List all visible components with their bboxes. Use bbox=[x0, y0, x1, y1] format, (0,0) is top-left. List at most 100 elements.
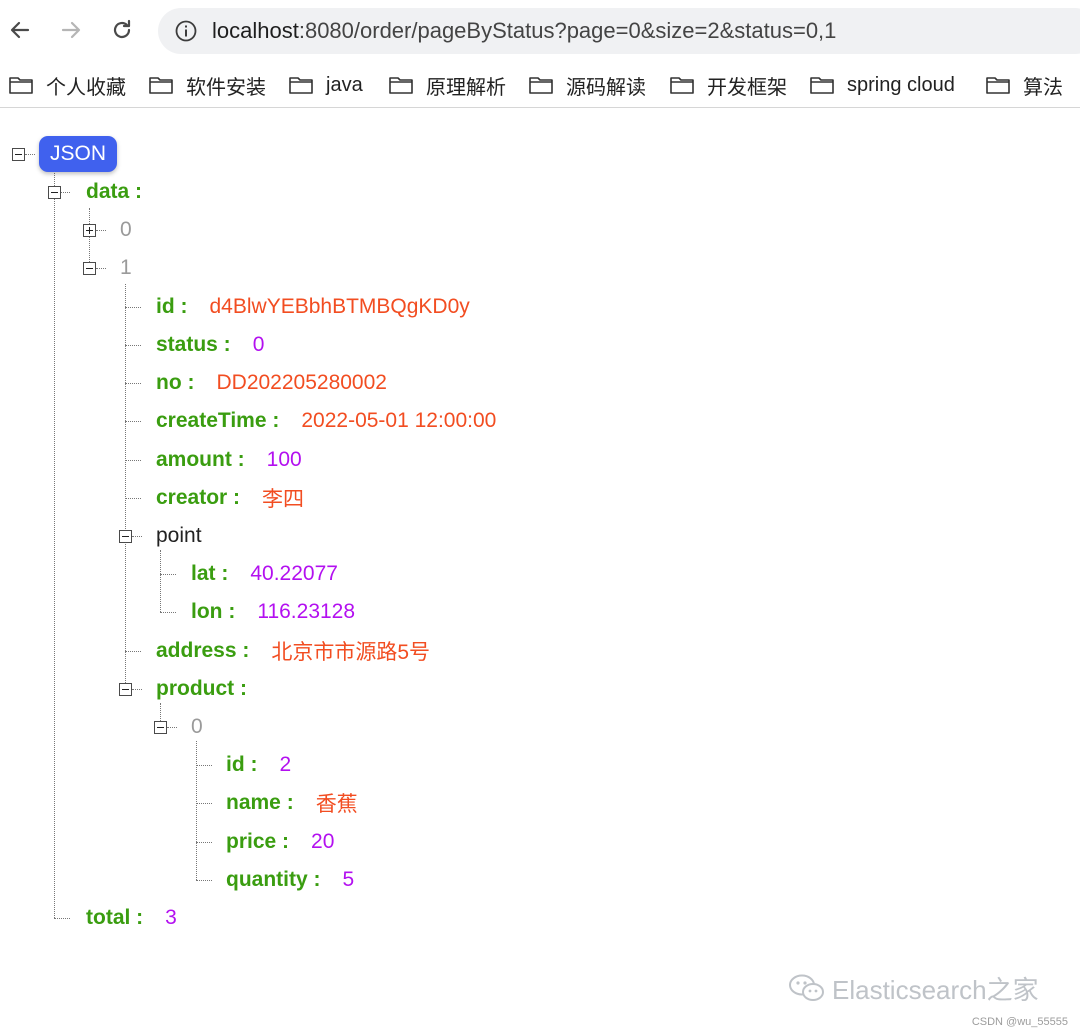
tree-connector bbox=[125, 651, 141, 652]
credit-text: CSDN @wu_55555 bbox=[971, 1016, 1068, 1028]
url-path: :8080/order/pageByStatus?page=0&size=2&s… bbox=[298, 18, 837, 43]
folder-icon bbox=[149, 77, 173, 94]
tree-connector bbox=[196, 880, 212, 881]
forward-button[interactable] bbox=[53, 12, 89, 48]
url-text[interactable]: localhost:8080/order/pageByStatus?page=0… bbox=[212, 18, 836, 44]
tree-connector bbox=[89, 208, 90, 270]
bookmark-folder[interactable]: 源码解读 bbox=[528, 70, 646, 100]
collapse-toggle-point[interactable] bbox=[119, 530, 132, 543]
tree-connector bbox=[54, 918, 70, 919]
tree-row-lon[interactable]: lon : 116.23128 bbox=[191, 595, 355, 629]
tree-connector bbox=[132, 536, 142, 537]
collapse-toggle-data[interactable] bbox=[48, 186, 61, 199]
bookmarks-bar: 个人收藏 软件安装 java 原理解析 源码解读 开发框架 spring clo… bbox=[0, 62, 1080, 108]
json-number-value: 20 bbox=[311, 830, 335, 853]
json-key: amount : bbox=[156, 448, 245, 471]
tree-connector bbox=[125, 383, 141, 384]
arrow-left-icon bbox=[10, 21, 30, 39]
json-string-value: DD202205280002 bbox=[216, 371, 387, 394]
json-key: point bbox=[156, 524, 202, 547]
arrow-right-icon bbox=[61, 21, 81, 39]
tree-row-product-name[interactable]: name : 香蕉 bbox=[226, 786, 358, 820]
json-string-value: 2022-05-01 12:00:00 bbox=[301, 409, 497, 432]
json-string-value: 李四 bbox=[262, 488, 305, 511]
bookmark-folder[interactable]: spring cloud bbox=[809, 70, 955, 100]
tree-row-createtime[interactable]: createTime : 2022-05-01 12:00:00 bbox=[156, 404, 496, 438]
tree-connector bbox=[125, 460, 141, 461]
tree-row-no[interactable]: no : DD202205280002 bbox=[156, 366, 387, 400]
tree-connector bbox=[132, 689, 142, 690]
expand-toggle-item-0[interactable] bbox=[83, 224, 96, 237]
collapse-toggle-item-1[interactable] bbox=[83, 262, 96, 275]
tree-connector bbox=[60, 192, 70, 193]
json-key: id : bbox=[226, 753, 258, 776]
array-index: 0 bbox=[120, 218, 132, 241]
tree-row-id[interactable]: id : d4BlwYEBbhBTMBQgKD0y bbox=[156, 290, 470, 324]
folder-icon bbox=[810, 77, 834, 94]
json-string-value: 香蕉 bbox=[315, 793, 358, 816]
bookmark-folder[interactable]: 开发框架 bbox=[669, 70, 787, 100]
json-key: quantity : bbox=[226, 868, 321, 891]
tree-row-product[interactable]: product : bbox=[156, 672, 247, 706]
json-key: price : bbox=[226, 830, 290, 853]
back-button[interactable] bbox=[2, 12, 38, 48]
tree-row-product-item-0[interactable]: 0 bbox=[191, 710, 203, 744]
bookmark-folder[interactable]: 个人收藏 bbox=[8, 70, 126, 100]
tree-connector bbox=[196, 842, 212, 843]
collapse-toggle-product-0[interactable] bbox=[154, 721, 167, 734]
bookmark-folder[interactable]: 原理解析 bbox=[388, 70, 506, 100]
json-string-value: d4BlwYEBbhBTMBQgKD0y bbox=[209, 295, 470, 318]
json-number-value: 0 bbox=[252, 333, 265, 356]
array-index: 0 bbox=[191, 715, 203, 738]
json-number-value: 40.22077 bbox=[250, 562, 338, 585]
folder-icon bbox=[289, 77, 313, 94]
bookmark-folder[interactable]: 算法 bbox=[985, 70, 1063, 100]
json-key: id : bbox=[156, 295, 188, 318]
tree-row-creator[interactable]: creator : 李四 bbox=[156, 481, 304, 515]
url-host: localhost bbox=[212, 18, 299, 43]
json-key: createTime : bbox=[156, 409, 280, 432]
tree-row-item-1[interactable]: 1 bbox=[120, 251, 132, 285]
tree-connector bbox=[54, 164, 55, 918]
json-root-badge[interactable]: JSON bbox=[39, 136, 117, 172]
json-key: no : bbox=[156, 371, 195, 394]
folder-icon bbox=[670, 77, 694, 94]
tree-row-address[interactable]: address : 北京市市源路5号 bbox=[156, 634, 430, 668]
tree-row-amount[interactable]: amount : 100 bbox=[156, 443, 302, 477]
tree-row-product-quantity[interactable]: quantity : 5 bbox=[226, 863, 354, 897]
json-number-value: 116.23128 bbox=[257, 600, 356, 623]
json-number-value: 5 bbox=[342, 868, 355, 891]
tree-connector bbox=[125, 307, 141, 308]
address-bar[interactable]: localhost:8080/order/pageByStatus?page=0… bbox=[158, 8, 1080, 54]
tree-row-status[interactable]: status : 0 bbox=[156, 328, 264, 362]
reload-button[interactable] bbox=[104, 12, 140, 48]
collapse-toggle-product[interactable] bbox=[119, 683, 132, 696]
watermark: Elasticsearch之家 bbox=[788, 970, 1039, 1006]
info-icon[interactable] bbox=[174, 19, 198, 43]
array-index: 1 bbox=[120, 256, 132, 279]
tree-row-lat[interactable]: lat : 40.22077 bbox=[191, 557, 338, 591]
tree-connector bbox=[160, 612, 176, 613]
tree-connector bbox=[196, 803, 212, 804]
tree-connector bbox=[160, 574, 176, 575]
tree-row-total[interactable]: total : 3 bbox=[86, 901, 177, 935]
tree-row-data[interactable]: data : bbox=[86, 175, 142, 209]
tree-connector bbox=[125, 421, 141, 422]
json-number-value: 100 bbox=[266, 448, 302, 471]
folder-icon bbox=[529, 77, 553, 94]
tree-connector bbox=[125, 498, 141, 499]
collapse-toggle-root[interactable] bbox=[12, 148, 25, 161]
bookmark-folder[interactable]: 软件安装 bbox=[148, 70, 266, 100]
json-number-value: 2 bbox=[279, 753, 292, 776]
reload-icon bbox=[113, 19, 131, 39]
json-key: product : bbox=[156, 677, 247, 700]
tree-row-product-price[interactable]: price : 20 bbox=[226, 825, 334, 859]
folder-icon bbox=[986, 77, 1010, 94]
tree-row-point[interactable]: point bbox=[156, 519, 202, 553]
json-number-value: 3 bbox=[165, 906, 177, 929]
tree-connector bbox=[196, 765, 212, 766]
tree-row-item-0[interactable]: 0 bbox=[120, 213, 132, 247]
bookmark-folder[interactable]: java bbox=[288, 70, 363, 100]
json-key: data : bbox=[86, 180, 143, 203]
tree-row-product-id[interactable]: id : 2 bbox=[226, 748, 291, 782]
